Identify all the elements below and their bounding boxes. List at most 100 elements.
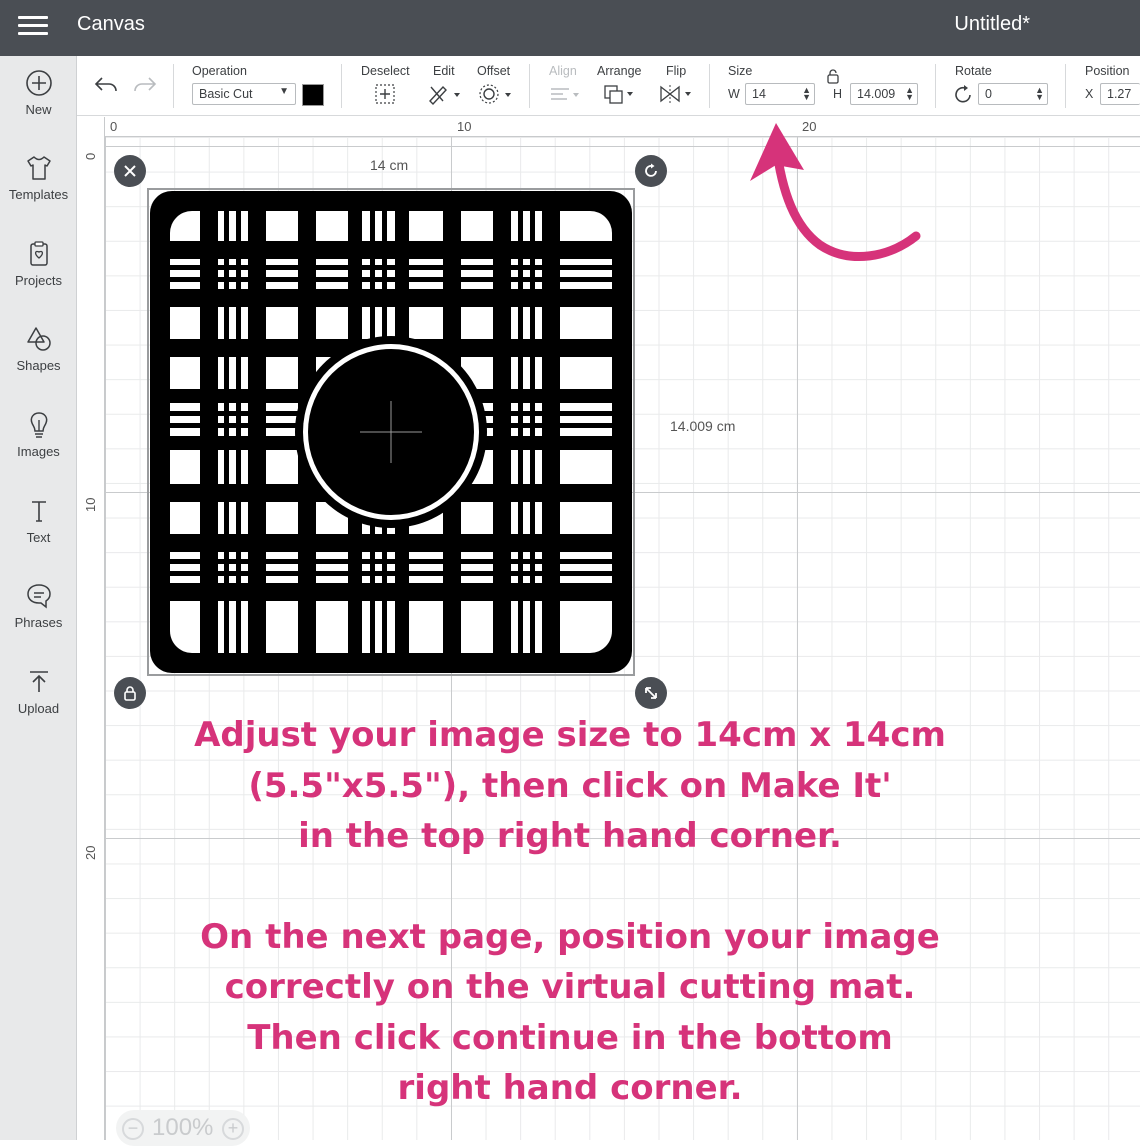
shapes-icon: [26, 327, 51, 351]
width-dimension-label: 14 cm: [370, 157, 409, 173]
document-title[interactable]: Untitled*: [954, 13, 1030, 36]
curved-arrow-annotation: [750, 123, 921, 261]
rotate-input[interactable]: 0 ▲ ▼: [978, 83, 1048, 105]
flip-icon[interactable]: [659, 83, 695, 105]
rotate-label: Rotate: [955, 64, 992, 78]
sidebar-item-projects[interactable]: Projects: [0, 239, 77, 309]
align-label: Align: [549, 64, 577, 78]
rotate-value: 0: [985, 87, 992, 101]
sidebar-item-label: New: [25, 102, 52, 117]
stepper-icon[interactable]: ▲ ▼: [802, 86, 811, 102]
app-title: Canvas: [77, 13, 145, 35]
instruction-line: Then click continue in the bottom: [247, 1017, 893, 1058]
position-x-input[interactable]: 1.27: [1100, 83, 1140, 105]
operation-label: Operation: [192, 64, 247, 78]
rotate-icon: [645, 163, 657, 177]
sidebar-item-label: Projects: [15, 273, 62, 288]
zoom-out-icon[interactable]: −: [122, 1118, 144, 1140]
sidebar-item-shapes[interactable]: Shapes: [0, 324, 77, 394]
sidebar-item-phrases[interactable]: Phrases: [0, 581, 77, 651]
toolbar-divider: [341, 64, 342, 108]
height-label: H: [833, 87, 843, 101]
sidebar-item-upload[interactable]: Upload: [0, 667, 77, 737]
sidebar-item-label: Upload: [17, 701, 60, 716]
offset-icon[interactable]: [479, 83, 515, 105]
ruler-tick-label: 10: [83, 497, 98, 512]
menu-icon[interactable]: [18, 14, 48, 38]
text-icon: [31, 501, 46, 522]
height-dimension-label: 14.009 cm: [670, 418, 736, 434]
instruction-line: in the top right hand corner.: [298, 816, 842, 856]
lock-handle[interactable]: [114, 677, 146, 709]
shirt-icon: [26, 156, 51, 180]
plaid-coaster-image[interactable]: [150, 191, 632, 673]
redo-icon[interactable]: [132, 74, 158, 96]
operation-color-swatch[interactable]: [302, 84, 324, 106]
deselect-icon[interactable]: [374, 83, 396, 105]
height-input[interactable]: 14.009 ▲ ▼: [850, 83, 918, 105]
edit-toolbar: Operation Basic Cut ▼ Deselect Edit Offs…: [77, 56, 1140, 116]
instruction-line: right hand corner.: [397, 1068, 743, 1108]
speech-bubble-icon: [26, 584, 51, 609]
size-label: Size: [728, 64, 753, 78]
edit-label: Edit: [433, 64, 455, 78]
rotate-handle[interactable]: [635, 155, 667, 187]
delete-handle[interactable]: [114, 155, 146, 187]
lock-icon: [124, 686, 136, 701]
instruction-line: (5.5"x5.5"), then click on Make It': [248, 765, 892, 806]
sidebar-item-templates[interactable]: Templates: [0, 153, 77, 223]
rotate-icon: [955, 85, 971, 103]
instructions-text: Adjust your image size to 14cm x 14cm (5…: [150, 710, 990, 1114]
ruler-tick-label: 20: [83, 845, 98, 860]
toolbar-divider: [935, 64, 936, 108]
upload-icon: [29, 671, 48, 692]
sidebar-item-label: Phrases: [14, 615, 63, 630]
width-value: 14: [752, 87, 766, 101]
horizontal-ruler: 0 10 20: [105, 117, 1140, 137]
ruler-tick-label: 0: [110, 119, 118, 134]
sidebar-item-label: Images: [17, 444, 60, 459]
height-value: 14.009: [857, 87, 896, 101]
instruction-line: correctly on the virtual cutting mat.: [224, 967, 916, 1007]
toolbar-divider: [529, 64, 530, 108]
toolbar-divider: [173, 64, 174, 108]
position-x-value: 1.27: [1107, 87, 1132, 101]
undo-icon[interactable]: [93, 74, 119, 96]
sidebar-item-label: Text: [26, 530, 51, 545]
ruler-tick-label: 10: [457, 119, 472, 134]
toolbar-divider: [709, 64, 710, 108]
zoom-level: 100%: [152, 1114, 214, 1141]
width-input[interactable]: 14 ▲ ▼: [745, 83, 815, 105]
edit-icon[interactable]: [427, 83, 463, 105]
instruction-line: Adjust your image size to 14cm x 14cm: [194, 715, 946, 755]
resize-handle[interactable]: [635, 677, 667, 709]
top-bar: Canvas Untitled*: [0, 0, 1140, 56]
operation-select[interactable]: Basic Cut ▼: [192, 83, 296, 105]
offset-label: Offset: [477, 64, 511, 78]
instruction-line: On the next page, position your image: [200, 916, 940, 957]
projects-icon: [29, 241, 48, 266]
width-label: W: [728, 87, 740, 101]
sidebar-item-label: Templates: [8, 187, 69, 202]
lightbulb-icon: [30, 412, 47, 438]
dropdown-arrow-icon: ▼: [279, 86, 289, 97]
position-x-label: X: [1085, 87, 1094, 101]
flip-label: Flip: [666, 64, 687, 78]
resize-arrows-icon: [645, 687, 657, 699]
arrange-icon[interactable]: [603, 83, 639, 105]
zoom-control[interactable]: − 100% +: [116, 1110, 250, 1146]
position-label: Position: [1085, 64, 1130, 78]
align-icon: [551, 88, 579, 100]
toolbar-divider: [1065, 64, 1066, 108]
lock-icon[interactable]: [826, 68, 840, 84]
sidebar-item-text[interactable]: Text: [0, 496, 77, 566]
sidebar-item-images[interactable]: Images: [0, 410, 77, 480]
stepper-icon[interactable]: ▲ ▼: [905, 86, 914, 102]
plus-circle-icon: [25, 70, 52, 96]
stepper-icon[interactable]: ▲ ▼: [1035, 86, 1044, 102]
deselect-label: Deselect: [361, 64, 410, 78]
sidebar: New Templates Projects Shapes Images Tex…: [0, 56, 77, 1140]
zoom-in-icon[interactable]: +: [222, 1118, 244, 1140]
sidebar-item-new[interactable]: New: [0, 68, 77, 138]
sidebar-item-label: Shapes: [16, 358, 61, 373]
